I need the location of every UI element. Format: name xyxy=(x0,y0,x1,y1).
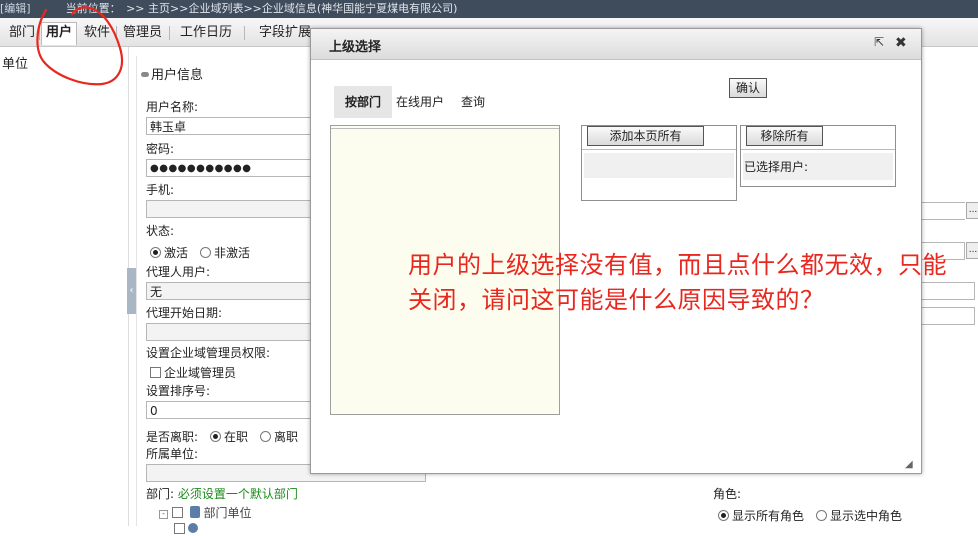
remove-all-button[interactable]: 移除所有 xyxy=(746,126,823,146)
sort-input[interactable]: 0 xyxy=(146,401,326,419)
resigned-radio-onduty[interactable]: 在职 xyxy=(210,428,248,445)
proxy-start-input[interactable] xyxy=(146,323,326,341)
selected-users-list[interactable]: 移除所有 已选择用户: xyxy=(740,125,896,187)
dept-tree-node-icon xyxy=(188,523,198,533)
radio-icon[interactable] xyxy=(150,247,161,258)
admin-perm-label: 设置企业域管理员权限: xyxy=(146,346,271,360)
radio-icon[interactable] xyxy=(210,431,221,442)
collapse-handle[interactable]: ‹ xyxy=(127,268,136,314)
top-breadcrumb-bar: [编辑] 当前位置： >> 主页>>企业域列表>>企业域信息(神华国能宁夏煤电有… xyxy=(0,0,978,18)
radio-icon[interactable] xyxy=(200,247,211,258)
dept-label: 部门: 必须设置一个默认部门 xyxy=(146,487,298,501)
confirm-button[interactable]: 确认 xyxy=(729,78,767,98)
proxy-user-label: 代理人用户: xyxy=(146,265,211,279)
role-radio-selected[interactable]: 显示选中角色 xyxy=(816,507,902,524)
radio-icon[interactable] xyxy=(718,510,729,521)
right-field-1[interactable] xyxy=(915,202,965,220)
breadcrumb-path[interactable]: >> 主页>>企业域列表>>企业域信息(神华国能宁夏煤电有限公司) xyxy=(126,2,457,15)
annotation-text: 用户的上级选择没有值，而且点什么都无效，只能关闭，请问这可能是什么原因导致的？ xyxy=(408,251,947,314)
checkbox-icon[interactable] xyxy=(171,507,183,518)
section-title: 用户信息 xyxy=(141,64,203,83)
resize-grip-icon[interactable]: ◢ xyxy=(905,459,913,470)
checkbox-icon[interactable] xyxy=(150,367,161,378)
maximize-icon[interactable]: ⇱ xyxy=(874,35,884,49)
status-label: 状态: xyxy=(146,224,175,238)
dialog-tab-by-dept[interactable]: 按部门 xyxy=(334,86,393,118)
dept-tree-node-icon xyxy=(189,506,200,518)
username-label: 用户名称: xyxy=(146,100,199,114)
unit-label: 所属单位: xyxy=(146,447,199,461)
tree-expand-icon[interactable]: - xyxy=(159,510,168,519)
password-label: 密码: xyxy=(146,142,175,156)
add-all-on-page-button[interactable]: 添加本页所有 xyxy=(587,126,704,146)
radio-icon[interactable] xyxy=(816,510,827,521)
dialog-title: 上级选择 xyxy=(329,40,382,55)
tab-field-extension[interactable]: 字段扩展 xyxy=(255,23,315,43)
dialog-header[interactable]: 上级选择 ⇱ ✖ xyxy=(311,29,921,60)
edit-link[interactable]: [编辑] xyxy=(0,2,31,15)
proxy-user-input[interactable]: 无 xyxy=(146,282,326,300)
username-input[interactable]: 韩玉卓 xyxy=(146,117,326,135)
admin-perm-checkbox[interactable]: 企业域管理员 xyxy=(150,364,236,381)
radio-icon[interactable] xyxy=(260,431,271,442)
dept-hint: 必须设置一个默认部门 xyxy=(177,487,298,501)
selected-users-label: 已选择用户: xyxy=(744,160,809,174)
password-input[interactable]: ●●●●●●●●●●● xyxy=(146,159,326,177)
role-radio-all[interactable]: 显示所有角色 xyxy=(718,507,804,524)
left-panel-item[interactable]: 单位 xyxy=(2,53,28,72)
resigned-radio-left[interactable]: 离职 xyxy=(260,428,298,445)
dept-tree-subitem[interactable] xyxy=(174,522,198,536)
tab-work-calendar[interactable]: 工作日历 xyxy=(176,23,236,43)
phone-label: 手机: xyxy=(146,183,175,197)
dialog-tab-search[interactable]: 查询 xyxy=(457,86,489,118)
proxy-start-label: 代理开始日期: xyxy=(146,306,223,320)
right-field-1-ellipsis-button[interactable]: ... xyxy=(966,202,978,219)
status-radio-inactive[interactable]: 非激活 xyxy=(200,244,250,261)
status-radio-active[interactable]: 激活 xyxy=(150,244,188,261)
red-circle-annotation xyxy=(36,6,124,86)
phone-input[interactable] xyxy=(146,200,326,218)
role-label: 角色: xyxy=(713,487,742,501)
available-users-list[interactable]: 添加本页所有 xyxy=(581,125,737,201)
sort-label: 设置排序号: xyxy=(146,384,211,398)
resigned-label: 是否离职: xyxy=(146,430,199,444)
close-icon[interactable]: ✖ xyxy=(895,35,907,51)
left-panel: 单位 xyxy=(0,47,129,526)
dialog-tab-online-users[interactable]: 在线用户 xyxy=(392,86,448,118)
dept-tree-item[interactable]: - 部门单位 xyxy=(159,504,252,521)
section-toggle-icon[interactable] xyxy=(141,72,149,77)
